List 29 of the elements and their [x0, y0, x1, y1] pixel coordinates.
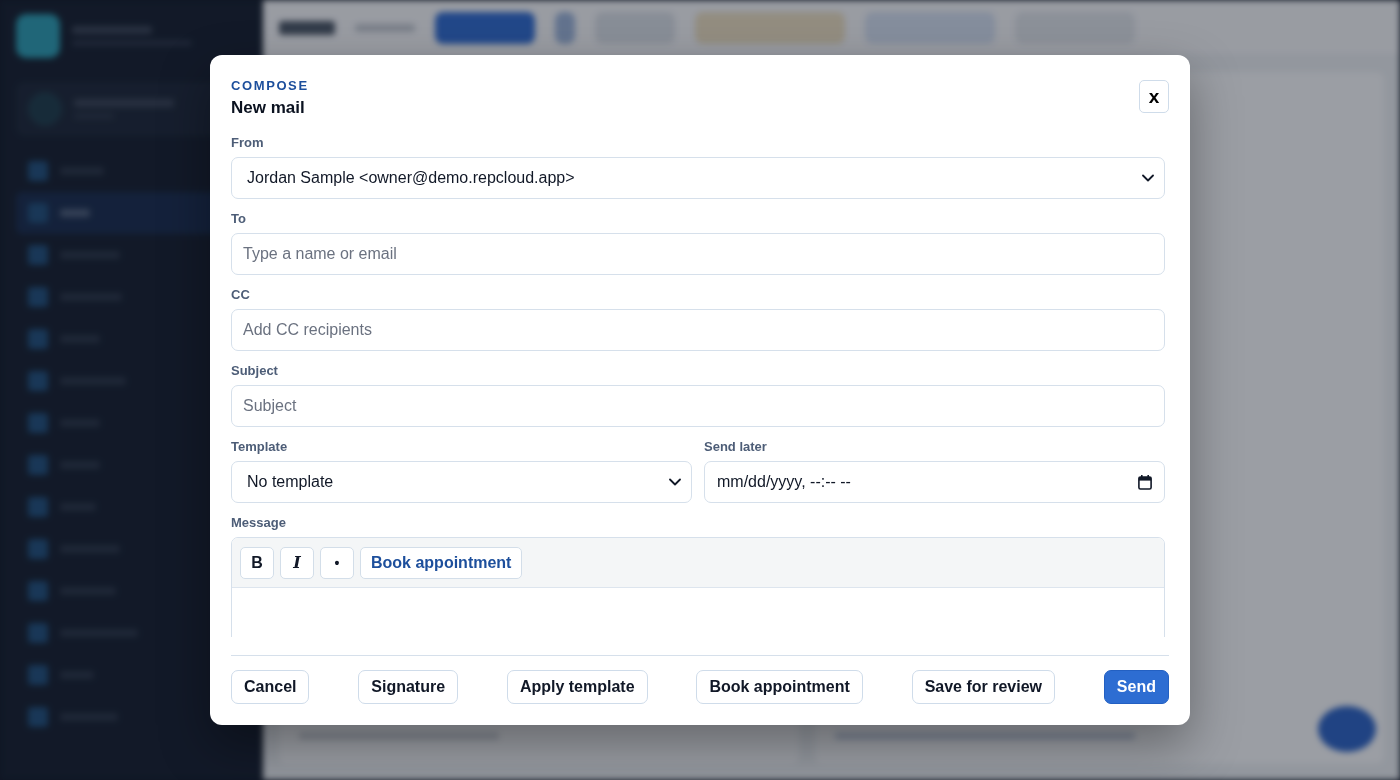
footer-button[interactable]: Book appointment	[696, 670, 863, 704]
bullet-list-button[interactable]: •	[320, 546, 354, 579]
dropdown-field[interactable]: Jordan Sample <owner@demo.repcloud.app>	[231, 157, 1165, 199]
field-label: Message	[231, 515, 287, 531]
send-button[interactable]: Send	[1103, 670, 1169, 704]
text-field[interactable]: Add CC recipients	[231, 309, 1165, 351]
footer-button[interactable]: Cancel	[231, 670, 310, 704]
field-label: Template	[231, 439, 289, 455]
footer-button[interactable]: Save for review	[911, 670, 1056, 704]
field-label: Subject	[231, 363, 279, 379]
field-label: Send later	[704, 439, 768, 455]
text-field[interactable]: Type a name or email	[231, 233, 1165, 275]
book-appointment-button[interactable]: Book appointment	[360, 546, 523, 579]
dialog-title: New mail	[231, 97, 306, 119]
field-label: To	[231, 211, 247, 227]
dialog-eyebrow: COMPOSE	[231, 78, 309, 94]
field-label: CC	[231, 287, 251, 303]
footer-button[interactable]: Signature	[358, 670, 459, 704]
chevron-down-icon	[669, 478, 681, 486]
text-field[interactable]: Subject	[231, 385, 1165, 427]
date-time-field[interactable]: mm/dd/yyyy, --:-- --	[704, 461, 1165, 503]
italic-button[interactable]: I	[280, 546, 314, 579]
bold-button[interactable]: B	[240, 546, 274, 579]
calendar-icon	[1138, 474, 1152, 490]
field-label: From	[231, 135, 265, 151]
footer-button[interactable]: Apply template	[506, 670, 648, 704]
close-button[interactable]: x	[1139, 80, 1169, 113]
dropdown-field[interactable]: No template	[231, 461, 692, 503]
chevron-down-icon	[1142, 174, 1154, 182]
